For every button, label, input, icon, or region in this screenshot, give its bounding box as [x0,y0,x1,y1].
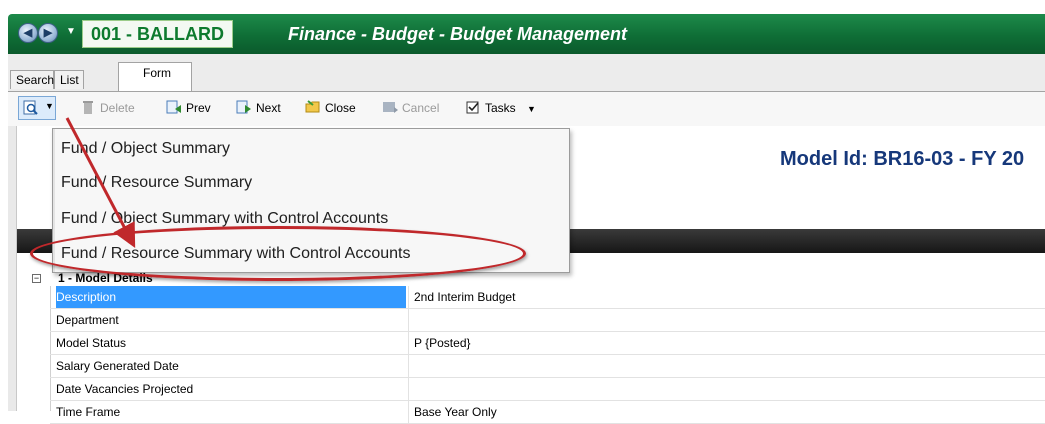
row-label: Salary Generated Date [56,359,179,373]
tasks-chevron-down-icon: ▼ [527,104,536,114]
tasks-button[interactable]: Tasks ▼ [465,98,536,118]
tasks-label: Tasks [485,101,516,115]
next-button[interactable]: Next [236,98,281,118]
delete-button[interactable]: Delete [80,98,135,118]
tab-list[interactable]: List [54,70,84,89]
close-label: Close [325,101,356,115]
page-title: Finance - Budget - Budget Management [288,24,628,44]
cancel-label: Cancel [402,101,440,115]
row-label: Department [56,313,119,327]
checkbox-tasks-icon [466,101,479,114]
top-strip [0,0,1045,14]
row-value[interactable]: Base Year Only [414,401,497,423]
tab-strip: Search List Form [8,54,1045,92]
report-preview-icon [23,100,38,115]
prev-label: Prev [186,101,211,115]
left-gutter [8,126,17,411]
grid-row-time-frame[interactable]: Time Frame Base Year Only [50,401,1045,424]
highlight-ellipse [30,226,526,281]
row-label: Date Vacancies Projected [56,382,194,396]
row-gutter [17,286,51,411]
tab-form[interactable]: Form [118,62,192,92]
menu-item-fund-object-summary[interactable]: Fund / Object Summary [61,135,230,163]
row-label: Description [56,286,406,308]
back-arrow-icon[interactable]: ◀ [18,23,38,43]
collapse-toggle[interactable]: − [32,274,41,283]
next-record-icon [236,100,251,114]
column-divider [408,309,409,331]
organization-label: 001 - BALLARD [82,20,234,48]
cancel-button[interactable]: Cancel [382,98,439,118]
grid-row-salary-generated-date[interactable]: Salary Generated Date [50,355,1045,378]
prev-record-icon [166,100,181,114]
title-bar: ◀ ▶ ▼ 001 - BALLARD Finance - Budget - B… [8,14,1045,54]
column-divider [408,332,409,354]
prev-button[interactable]: Prev [166,98,211,118]
grid-row-description[interactable]: Description 2nd Interim Budget [50,286,1045,309]
column-divider [408,378,409,400]
trash-icon [83,101,93,114]
cancel-icon [383,102,398,113]
column-divider [408,286,409,308]
model-id-heading: Model Id: BR16-03 - FY 20 [780,148,1025,170]
grid-row-date-vacancies-projected[interactable]: Date Vacancies Projected [50,378,1045,401]
menu-item-fund-resource-summary[interactable]: Fund / Resource Summary [61,169,252,197]
grid-row-model-status[interactable]: Model Status P {Posted} [50,332,1045,355]
row-label: Time Frame [56,405,121,419]
navigation-buttons: ◀ ▶ [18,23,60,45]
tab-search[interactable]: Search [10,70,54,89]
forward-arrow-icon[interactable]: ▶ [38,23,58,43]
row-label: Model Status [56,336,127,350]
close-button[interactable]: Close [305,98,356,118]
grid-row-department[interactable]: Department [50,309,1045,332]
next-label: Next [256,101,281,115]
toolbar: ▼ Delete Prev Next Close Cancel Tasks ▼ [8,92,1045,126]
row-value[interactable]: 2nd Interim Budget [414,286,515,308]
nav-dropdown-icon[interactable]: ▼ [66,26,76,37]
model-details-grid: Description 2nd Interim Budget Departmen… [50,286,1045,424]
column-divider [408,355,409,377]
chevron-down-icon: ▼ [45,101,54,111]
column-divider [408,401,409,423]
row-value[interactable]: P {Posted} [414,332,471,354]
folder-close-icon [305,100,320,113]
delete-label: Delete [100,101,135,115]
preview-report-button[interactable]: ▼ [18,96,56,120]
